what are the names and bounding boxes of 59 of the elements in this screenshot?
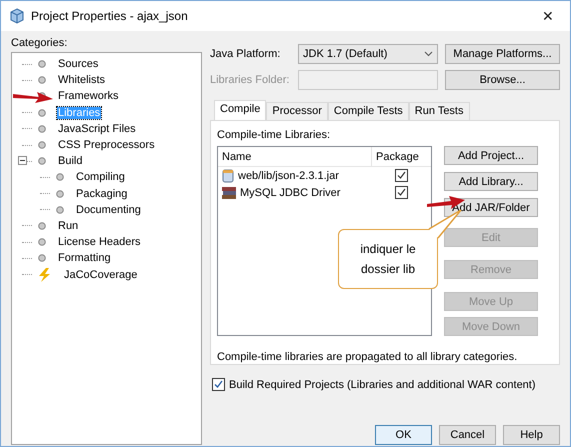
node-icon [56, 173, 64, 182]
tree-item[interactable]: Frameworks [57, 90, 120, 102]
field-label: Libraries Folder: [210, 74, 290, 86]
node-icon [38, 124, 46, 133]
lightning-icon [38, 268, 52, 282]
callout-bubble: indiquer le dossier lib [338, 229, 438, 289]
node-icon [56, 206, 64, 214]
dialog-button[interactable]: Cancel [439, 425, 496, 445]
chevron-icon [424, 51, 433, 57]
tab[interactable]: Run Tests [408, 102, 470, 120]
side-button[interactable]: Add Library... [444, 172, 538, 191]
node-icon [38, 76, 46, 84]
tree-item[interactable]: Whitelists [57, 74, 106, 86]
folder-field[interactable] [298, 70, 438, 90]
section-label: Compile-time Libraries: [217, 129, 332, 141]
categories-label: Categories: [11, 37, 68, 49]
manage-platforms-button[interactable]: Manage Platforms... [445, 44, 560, 64]
tree-item[interactable]: License Headers [57, 236, 142, 248]
side-button[interactable]: Add Project... [444, 146, 538, 165]
collapse-toggle[interactable] [18, 156, 27, 166]
note-text: Compile-time libraries are propagated to all library categories. [217, 351, 518, 363]
tree-item[interactable]: CSS Preprocessors [57, 139, 156, 152]
tree-item[interactable]: Compiling [75, 171, 126, 184]
node-icon [56, 190, 64, 198]
tree-item[interactable]: Formatting [57, 252, 112, 264]
tree-item[interactable]: Run [57, 220, 80, 232]
field-label: Java Platform: [210, 48, 282, 60]
tree-item[interactable]: JaCoCoverage [63, 268, 138, 281]
table-cell: web/lib/json-2.3.1.jar [238, 170, 339, 182]
checkbox[interactable] [395, 169, 408, 182]
node-icon [38, 254, 46, 262]
cube-icon [9, 8, 25, 24]
checkbox[interactable] [395, 186, 408, 199]
tab[interactable]: Compile [214, 100, 266, 120]
checkbox-label: Build Required Projects (Libraries and additional WAR content) [229, 378, 536, 390]
close-button[interactable]: ✕ [534, 8, 562, 24]
table-cell: MySQL JDBC Driver [240, 186, 340, 198]
tree-item[interactable]: JavaScript Files [57, 122, 137, 135]
jar-icon [222, 168, 234, 182]
platform-dropdown[interactable]: JDK 1.7 (Default) [298, 44, 438, 64]
tab[interactable]: Processor [266, 102, 328, 120]
node-icon [38, 222, 46, 230]
node-icon [38, 108, 46, 117]
node-icon [38, 141, 46, 150]
tree-item[interactable]: Packaging [75, 188, 128, 200]
tree-item[interactable]: Build [57, 155, 84, 168]
checkbox[interactable] [212, 378, 225, 391]
tab[interactable]: Compile Tests [328, 102, 409, 120]
dialog-button[interactable]: Help [503, 425, 560, 445]
books-icon [222, 186, 236, 198]
tree-item[interactable]: Sources [57, 58, 100, 70]
window-title: Project Properties - ajax_json [31, 9, 189, 23]
node-icon [38, 60, 46, 68]
column-header: Name [218, 147, 372, 166]
tree-item[interactable]: Documenting [75, 204, 142, 216]
node-icon [38, 157, 46, 166]
column-header: Package [375, 150, 419, 164]
node-icon [38, 238, 46, 246]
dialog-button[interactable]: OK [375, 425, 432, 445]
